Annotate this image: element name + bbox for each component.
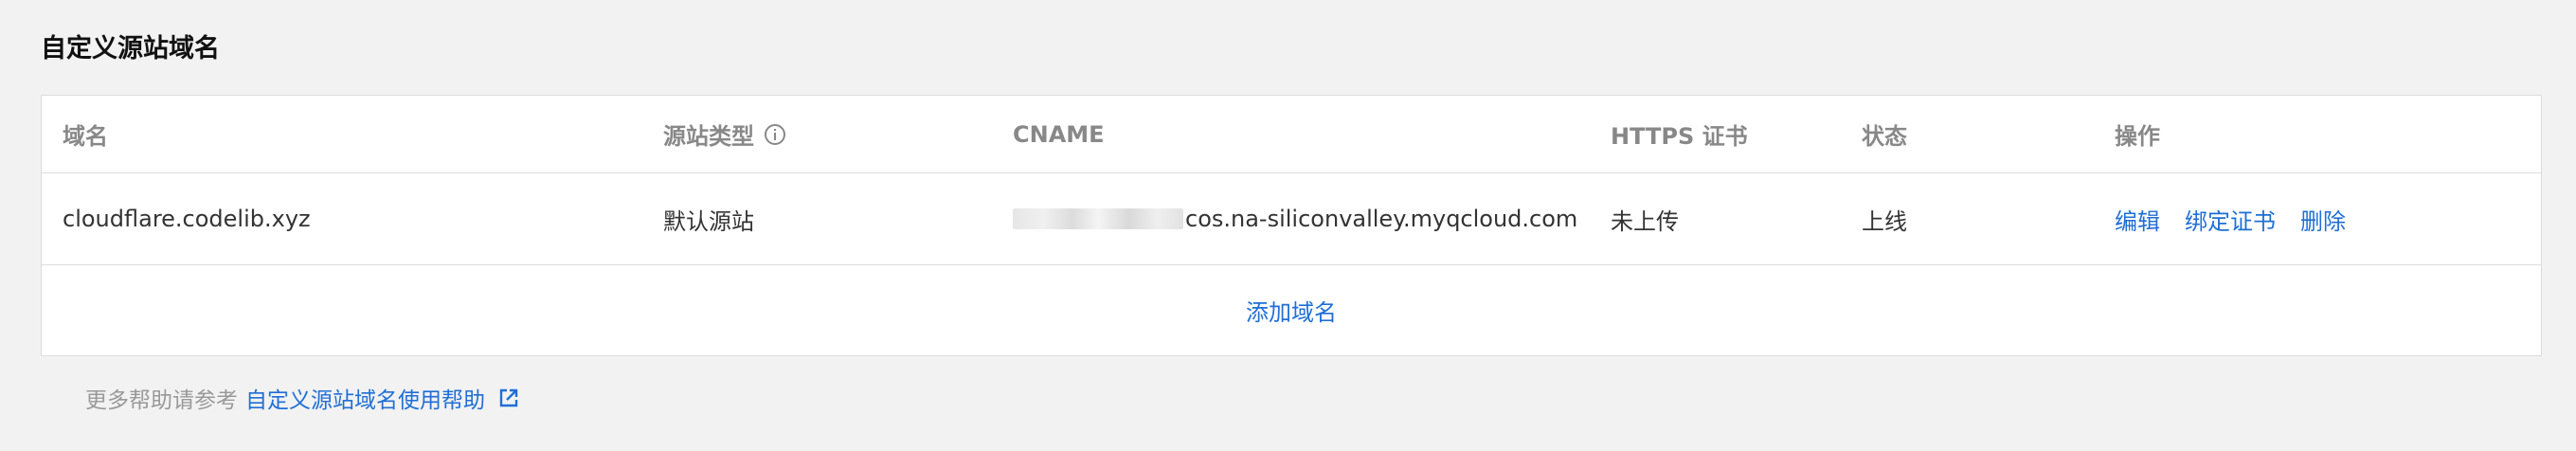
external-link-icon[interactable]	[498, 388, 519, 408]
add-domain-link[interactable]: 添加域名	[1246, 294, 1337, 327]
section-title: 自定义源站域名	[41, 34, 220, 63]
actions-cell: 编辑 绑定证书 删除	[2115, 173, 2370, 264]
redacted-cname-prefix	[1013, 208, 1183, 229]
status-cell: 上线	[1862, 207, 1907, 235]
help-link[interactable]: 自定义源站域名使用帮助	[245, 382, 485, 414]
domain-table: 域名 源站类型 CNAME HTTPS 证书 状态 操作 cloudflare.…	[41, 95, 2542, 356]
header-origin-type-label: 源站类型	[663, 123, 754, 150]
header-status: 状态	[1862, 123, 1907, 150]
delete-link[interactable]: 删除	[2300, 203, 2346, 236]
add-domain-row: 添加域名	[42, 265, 2541, 355]
header-origin-type: 源站类型	[663, 96, 786, 172]
https-cell: 未上传	[1611, 207, 1679, 235]
header-cname: CNAME	[1013, 120, 1105, 148]
header-actions: 操作	[2115, 123, 2160, 150]
header-domain: 域名	[63, 123, 108, 150]
origin-type-cell: 默认源站	[663, 207, 754, 235]
table-header-row: 域名 源站类型 CNAME HTTPS 证书 状态 操作	[42, 96, 2541, 173]
add-domain-area: 添加域名	[42, 265, 2541, 355]
edit-link[interactable]: 编辑	[2115, 203, 2160, 236]
cname-cell: cos.na-siliconvalley.myqcloud.com	[1013, 173, 1577, 264]
help-footer: 更多帮助请参考 自定义源站域名使用帮助	[85, 379, 519, 417]
header-https: HTTPS 证书	[1611, 123, 1748, 150]
cname-suffix: cos.na-siliconvalley.myqcloud.com	[1185, 206, 1578, 232]
table-row: cloudflare.codelib.xyz 默认源站 cos.na-silic…	[42, 173, 2541, 265]
domain-cell: cloudflare.codelib.xyz	[63, 206, 311, 232]
custom-origin-domain-page: 自定义源站域名 域名 源站类型 CNAME HTTPS 证书 状态 操作 clo…	[0, 0, 2576, 451]
info-icon[interactable]	[764, 123, 786, 146]
bind-cert-link[interactable]: 绑定证书	[2185, 203, 2276, 236]
help-prefix: 更多帮助请参考	[85, 388, 238, 413]
